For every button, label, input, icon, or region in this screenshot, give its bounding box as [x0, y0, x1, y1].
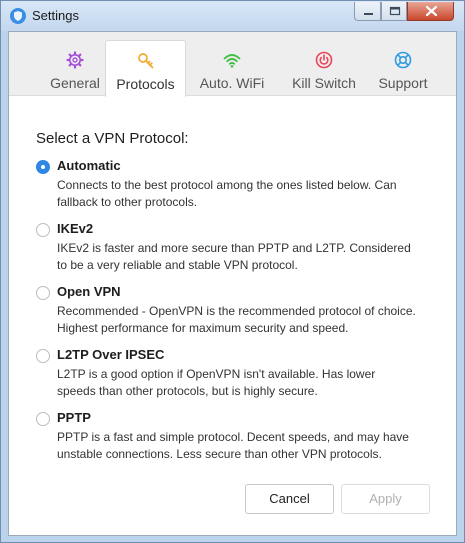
protocols-content: Select a VPN Protocol: Automatic Connect… — [9, 96, 456, 536]
key-icon — [137, 53, 153, 69]
tab-kill-switch[interactable]: Kill Switch — [279, 40, 369, 96]
minimize-button[interactable] — [354, 2, 381, 21]
section-title: Select a VPN Protocol: — [36, 130, 189, 147]
power-icon — [315, 51, 333, 69]
apply-button[interactable]: Apply — [341, 484, 430, 514]
maximize-button[interactable] — [381, 2, 407, 21]
option-description: Connects to the best protocol among the … — [57, 178, 397, 209]
wifi-icon — [223, 54, 241, 68]
tab-auto-wifi[interactable]: Auto. WiFi — [193, 40, 271, 96]
radio-ikev2[interactable] — [36, 223, 50, 237]
tab-support[interactable]: Support — [367, 40, 439, 96]
title-bar[interactable]: Settings — [1, 1, 464, 31]
tab-kill-switch-label: Kill Switch — [292, 75, 356, 91]
app-shield-icon — [10, 8, 26, 24]
gear-icon — [66, 51, 84, 69]
option-title: PPTP — [57, 410, 91, 425]
tab-bar: General Protocols Auto. WiFi Kill Switch… — [9, 32, 456, 97]
option-title: Open VPN — [57, 284, 121, 299]
radio-l2tp[interactable] — [36, 349, 50, 363]
tab-general[interactable]: General — [39, 40, 111, 96]
option-description: PPTP is a fast and simple protocol. Dece… — [57, 430, 409, 461]
option-title: Automatic — [57, 158, 121, 173]
tab-general-label: General — [50, 75, 100, 91]
option-title: L2TP Over IPSEC — [57, 347, 165, 362]
tab-protocols[interactable]: Protocols — [105, 40, 186, 97]
tab-support-label: Support — [378, 75, 428, 91]
radio-automatic[interactable] — [36, 160, 50, 174]
radio-openvpn[interactable] — [36, 286, 50, 300]
tab-protocols-label: Protocols — [116, 76, 175, 92]
window-title: Settings — [32, 8, 79, 23]
radio-pptp[interactable] — [36, 412, 50, 426]
option-description: L2TP is a good option if OpenVPN isn't a… — [57, 367, 376, 398]
option-description: IKEv2 is faster and more secure than PPT… — [57, 241, 411, 272]
tab-auto-wifi-label: Auto. WiFi — [199, 75, 265, 91]
settings-panel: General Protocols Auto. WiFi Kill Switch… — [8, 31, 457, 536]
cancel-button[interactable]: Cancel — [245, 484, 334, 514]
close-button[interactable] — [407, 2, 454, 21]
option-title: IKEv2 — [57, 221, 94, 236]
lifebuoy-icon — [394, 51, 412, 69]
option-description: Recommended - OpenVPN is the recommended… — [57, 304, 416, 335]
settings-window: Settings General Protocols Auto. WiFi Ki… — [0, 0, 465, 543]
